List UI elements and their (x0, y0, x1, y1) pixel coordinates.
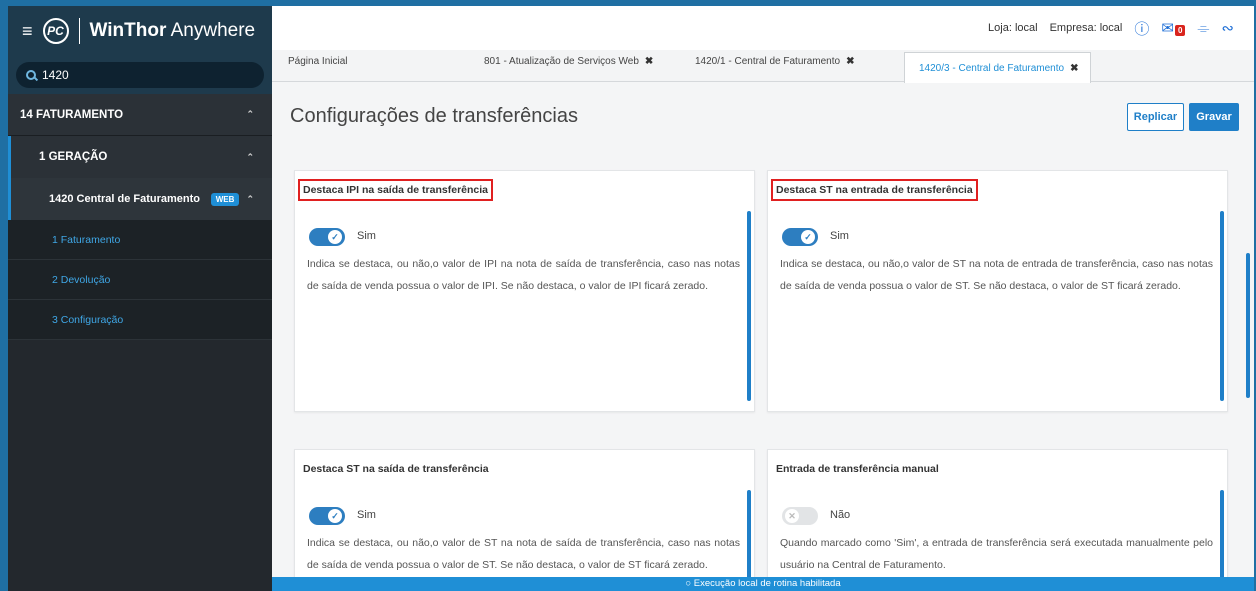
card-destaca-st-saida: Destaca ST na saída de transferência ✓ S… (294, 449, 755, 591)
chevron-up-icon: ⌃ (246, 109, 254, 119)
menu-geracao-label: 1 GERAÇÃO (39, 151, 108, 163)
menu-central-right: WEB ⌃ (210, 193, 254, 206)
brand-bar: ≡ PC WinThor Anywhere (8, 6, 272, 56)
card-destaca-st-entrada: Destaca ST na entrada de transferência ✓… (767, 170, 1228, 412)
loja-label[interactable]: Loja: local (988, 22, 1038, 34)
search-icon (26, 70, 36, 80)
card-description: Quando marcado como 'Sim', a entrada de … (780, 537, 1213, 571)
menu-central-label: 1420 Central de Faturamento (49, 193, 200, 205)
app-title-bold: WinThor (89, 20, 167, 41)
mail-icon[interactable]: ✉ 0 (1161, 19, 1186, 37)
brand-divider (78, 18, 80, 44)
search-value[interactable]: 1420 (42, 68, 69, 82)
card-title: Destaca ST na saída de transferência (303, 463, 489, 475)
close-icon[interactable]: ✖ (1070, 63, 1078, 74)
app-title: WinThor Anywhere (90, 20, 256, 42)
chevron-up-icon: ⌃ (246, 194, 254, 204)
card-description: Indica se destaca, ou não,o valor de ST … (780, 258, 1213, 292)
web-badge: WEB (210, 193, 240, 206)
user-icon[interactable]: ∾ (1221, 19, 1234, 37)
bell-icon[interactable]: ⌯ (1197, 20, 1209, 37)
app-window: ≡ PC WinThor Anywhere 1420 14 FATURAMENT… (8, 6, 1254, 591)
page-scrollbar[interactable] (1246, 253, 1250, 398)
tab-1420-1[interactable]: 1420/1 - Central de Faturamento ✖ (695, 56, 854, 67)
lock-icon: ○ (685, 578, 692, 589)
tab-bar: Página Inicial 801 - Atualização de Serv… (272, 50, 1254, 83)
tab-label: Página Inicial (288, 56, 348, 67)
menu-central-faturamento[interactable]: 1420 Central de Faturamento WEB ⌃ (8, 178, 272, 220)
search-input[interactable]: 1420 (16, 62, 264, 88)
check-icon: ✓ (328, 509, 342, 523)
top-header: Loja: local Empresa: local ⓘ ✉ 0 ⌯ ∾ (272, 6, 1254, 50)
card-entrada-manual: Entrada de transferência manual ✕ Não Qu… (767, 449, 1228, 591)
sidebar-item-devolucao[interactable]: 2 Devolução (8, 260, 272, 300)
tab-801[interactable]: 801 - Atualização de Serviços Web ✖ (484, 56, 653, 67)
chevron-up-icon: ⌃ (246, 151, 254, 162)
page-title: Configurações de transferências (290, 105, 578, 127)
card-title: Destaca IPI na saída de transferência (297, 179, 494, 201)
toggle-label: Sim (357, 230, 376, 242)
card-title: Entrada de transferência manual (776, 463, 939, 475)
toggle-switch[interactable]: ✕ (782, 507, 818, 525)
search-wrap: 1420 (8, 56, 272, 94)
check-icon: ✓ (328, 230, 342, 244)
toggle-switch[interactable]: ✓ (782, 228, 818, 246)
help-icon[interactable]: ⓘ (1134, 18, 1149, 39)
tab-1420-3[interactable]: 1420/3 - Central de Faturamento ✖ (904, 52, 1092, 83)
tab-label: 1420/1 - Central de Faturamento (695, 56, 841, 67)
sidebar-item-faturamento[interactable]: 1 Faturamento (8, 220, 272, 260)
toggle-switch[interactable]: ✓ (309, 228, 345, 246)
tab-label: 801 - Atualização de Serviços Web (484, 56, 639, 67)
card-destaca-ipi-saida: Destaca IPI na saída de transferência ✓ … (294, 170, 755, 412)
menu-faturamento[interactable]: 14 FATURAMENTO ⌃ (8, 94, 272, 136)
card-description: Indica se destaca, ou não,o valor de ST … (307, 537, 740, 571)
mail-count-badge: 0 (1174, 25, 1186, 36)
sidebar-item-configuracao[interactable]: 3 Configuração (8, 300, 272, 340)
card-title: Destaca ST na entrada de transferência (771, 179, 978, 201)
close-icon[interactable]: ✖ (846, 56, 854, 67)
empresa-label[interactable]: Empresa: local (1050, 22, 1123, 34)
replicar-button[interactable]: Replicar (1127, 103, 1184, 131)
sidebar: ≡ PC WinThor Anywhere 1420 14 FATURAMENT… (8, 6, 272, 591)
menu-geracao[interactable]: 1 GERAÇÃO ⌃ (8, 136, 272, 178)
card-scrollbar[interactable] (1220, 211, 1224, 401)
pc-logo: PC (42, 18, 69, 44)
tab-label: 1420/3 - Central de Faturamento (919, 63, 1065, 74)
check-icon: ✓ (801, 230, 815, 244)
toggle-label: Sim (830, 230, 849, 242)
toggle-switch[interactable]: ✓ (309, 507, 345, 525)
x-icon: ✕ (785, 509, 799, 523)
tab-pagina-inicial[interactable]: Página Inicial (288, 56, 347, 67)
card-description: Indica se destaca, ou não,o valor de IPI… (307, 258, 740, 292)
toggle-label: Não (830, 509, 851, 521)
card-scrollbar[interactable] (1220, 490, 1224, 591)
footer-text: Execução local de rotina habilitada (693, 578, 841, 589)
gravar-button[interactable]: Gravar (1189, 103, 1239, 131)
toggle-label: Sim (357, 509, 376, 521)
card-scrollbar[interactable] (747, 211, 751, 401)
status-footer: ○ Execução local de rotina habilitada (272, 577, 1254, 591)
close-icon[interactable]: ✖ (645, 56, 653, 67)
card-scrollbar[interactable] (747, 490, 751, 591)
menu-faturamento-label: 14 FATURAMENTO (20, 108, 124, 121)
app-title-rest: Anywhere (166, 20, 256, 41)
hamburger-icon[interactable]: ≡ (22, 21, 33, 42)
